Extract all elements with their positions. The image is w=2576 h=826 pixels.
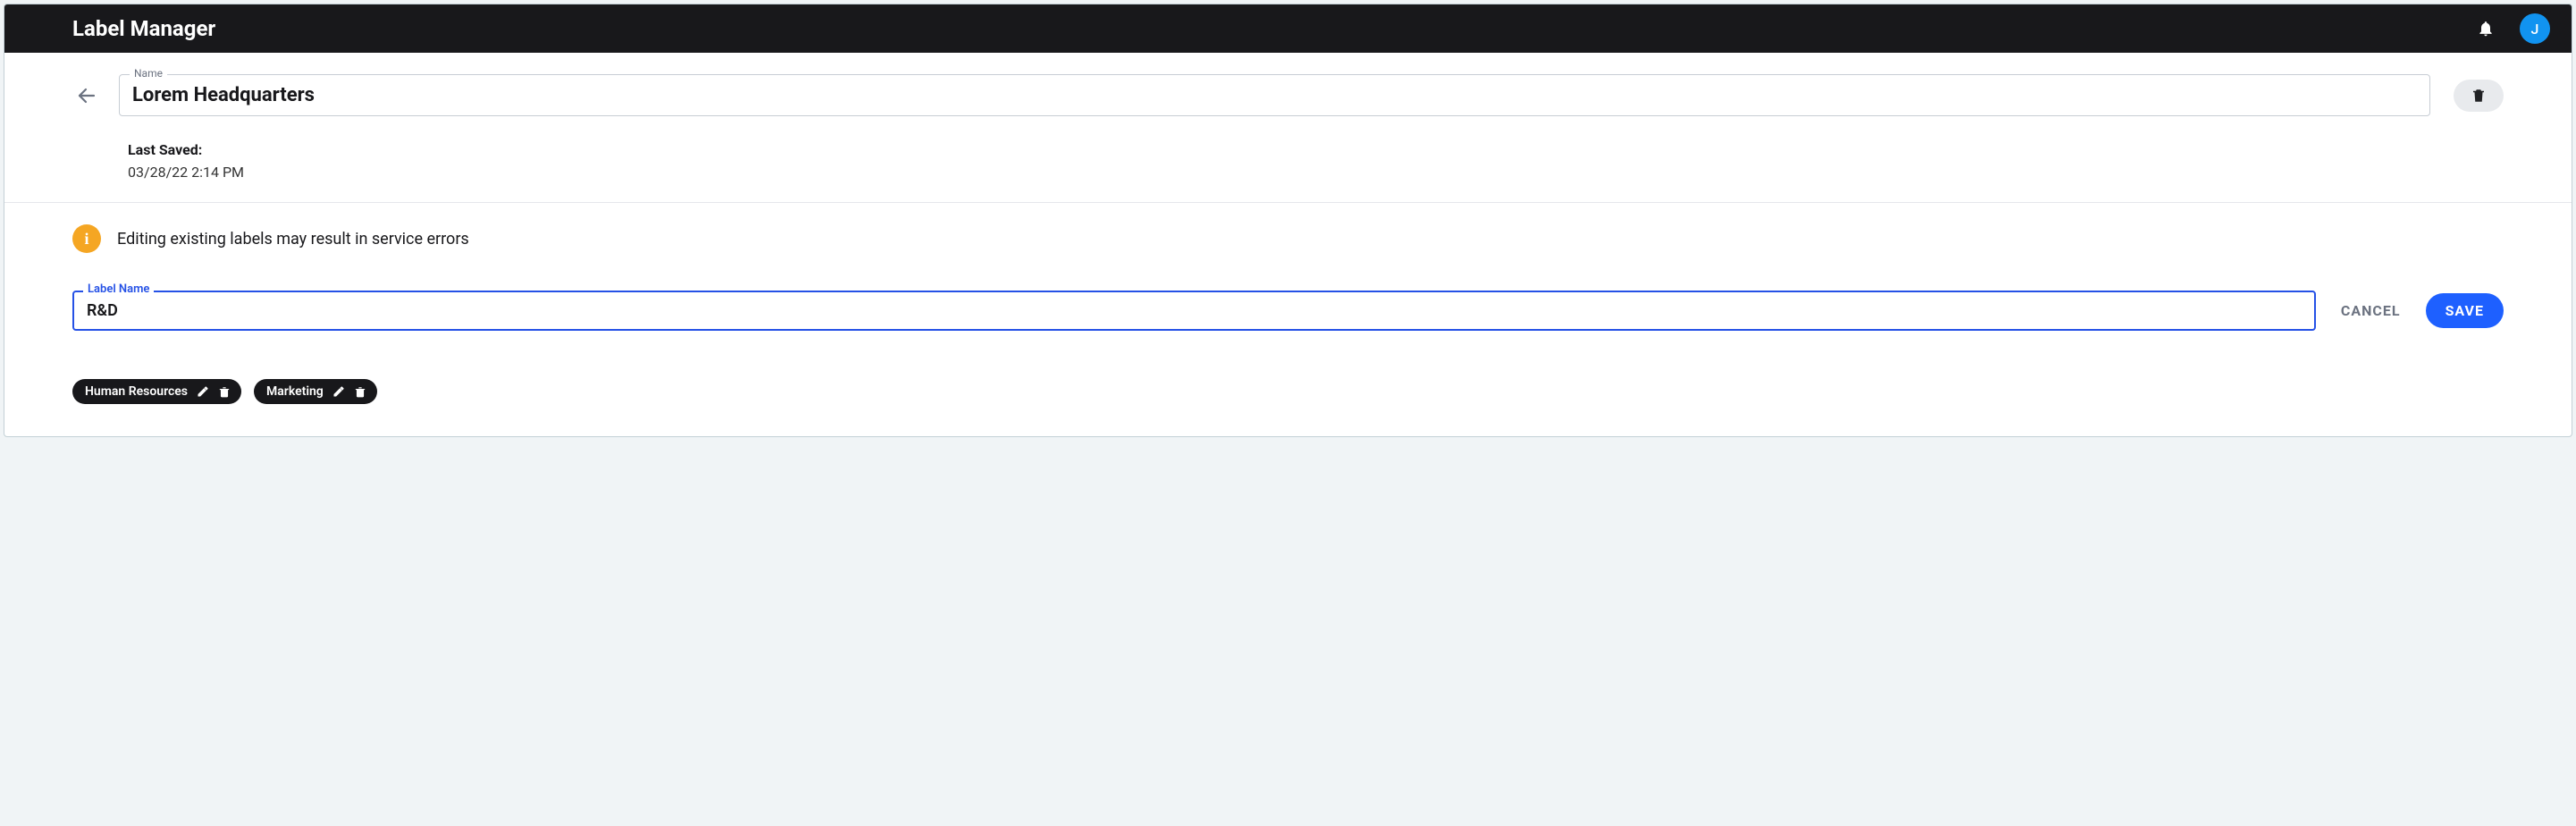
label-chip-text: Human Resources	[85, 384, 188, 399]
app-title: Label Manager	[72, 16, 2477, 41]
label-chip: Human Resources	[72, 379, 241, 404]
label-chip-text: Marketing	[266, 384, 324, 399]
user-avatar[interactable]: J	[2520, 13, 2550, 44]
name-field-label: Name	[130, 67, 167, 80]
delete-icon[interactable]	[354, 385, 366, 399]
labels-chip-row: Human Resources Marketing	[72, 379, 2504, 404]
topbar: Label Manager J	[4, 4, 2572, 53]
last-saved-label: Last Saved:	[128, 141, 2504, 158]
notifications-icon[interactable]	[2477, 19, 2495, 38]
info-icon: i	[72, 224, 101, 253]
warning-text: Editing existing labels may result in se…	[117, 230, 469, 249]
last-saved-block: Last Saved: 03/28/22 2:14 PM	[128, 141, 2504, 181]
edit-icon[interactable]	[197, 385, 209, 398]
label-name-field: Label Name	[72, 291, 2316, 331]
topbar-actions: J	[2477, 13, 2550, 44]
body-section: i Editing existing labels may result in …	[4, 203, 2572, 436]
cancel-button[interactable]: CANCEL	[2341, 302, 2401, 319]
label-name-input[interactable]	[72, 291, 2316, 331]
label-chip: Marketing	[254, 379, 377, 404]
delete-button[interactable]	[2454, 80, 2504, 112]
back-button[interactable]	[72, 81, 101, 110]
name-field: Name	[119, 74, 2430, 116]
name-input[interactable]	[119, 74, 2430, 116]
delete-icon[interactable]	[218, 385, 231, 399]
warning-row: i Editing existing labels may result in …	[72, 224, 2504, 253]
label-name-field-label: Label Name	[83, 282, 154, 296]
label-edit-row: Label Name CANCEL SAVE	[72, 291, 2504, 331]
last-saved-value: 03/28/22 2:14 PM	[128, 164, 2504, 181]
name-row: Name	[72, 74, 2504, 116]
header-section: Name Last Saved: 03/28/22 2:14 PM	[4, 53, 2572, 203]
app-frame: Label Manager J Name Last Saved: 03/28/2…	[4, 4, 2572, 437]
edit-icon[interactable]	[333, 385, 345, 398]
save-button[interactable]: SAVE	[2426, 293, 2504, 328]
